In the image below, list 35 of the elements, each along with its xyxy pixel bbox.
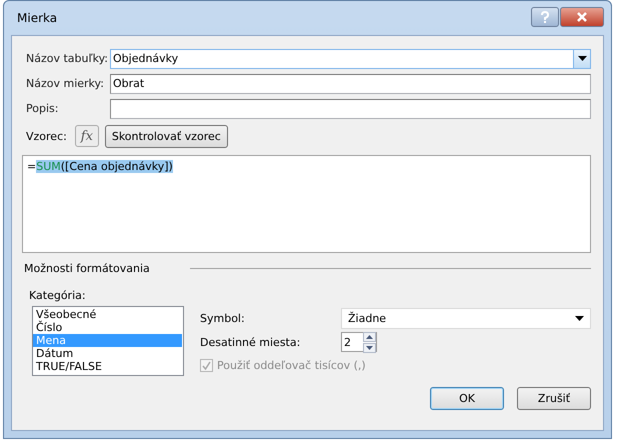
help-icon bbox=[540, 11, 550, 23]
dropdown-button[interactable] bbox=[573, 50, 590, 68]
list-item[interactable]: TRUE/FALSE bbox=[33, 360, 182, 373]
help-button[interactable] bbox=[531, 7, 559, 27]
list-item[interactable]: Číslo bbox=[33, 321, 182, 334]
field-label: Popis: bbox=[26, 102, 60, 115]
field-label: Názov mierky: bbox=[26, 77, 105, 90]
ok-button[interactable]: OK bbox=[430, 387, 504, 410]
formula-text: =SUM([Cena objednávky]) bbox=[27, 160, 173, 173]
category-list[interactable]: Všeobecné Číslo Mena Dátum TRUE/FALSE bbox=[32, 306, 184, 376]
decimals-label: Desatinné miesta: bbox=[200, 336, 302, 348]
formula-label: Vzorec: bbox=[26, 130, 67, 142]
window-title: Mierka bbox=[16, 11, 58, 25]
formula-editor[interactable]: =SUM([Cena objednávky]) bbox=[22, 155, 591, 253]
checkbox-label: Použiť oddeľovač tisícov (,) bbox=[217, 358, 366, 372]
input-field[interactable] bbox=[110, 98, 591, 118]
field-label: Názov tabuľky: bbox=[26, 52, 110, 65]
category-label: Kategória: bbox=[29, 289, 87, 302]
check-formula-button[interactable]: Skontrolovať vzorec bbox=[104, 124, 228, 148]
symbol-dropdown[interactable]: Žiadne bbox=[341, 308, 591, 328]
symbol-label: Symbol: bbox=[200, 312, 246, 324]
close-button[interactable] bbox=[560, 7, 604, 27]
input-field[interactable]: Obrat bbox=[110, 74, 591, 94]
function-button[interactable]: fx bbox=[74, 125, 99, 147]
spin-up-icon[interactable] bbox=[363, 332, 376, 342]
list-item[interactable]: Dátum bbox=[33, 347, 182, 360]
table-dropdown[interactable]: Objednávky bbox=[110, 48, 591, 68]
caret-icon bbox=[575, 316, 584, 320]
decimals-spinner[interactable]: 2 bbox=[341, 332, 377, 352]
caret-icon bbox=[578, 56, 586, 61]
close-icon bbox=[576, 12, 588, 22]
spin-down-icon[interactable] bbox=[363, 342, 376, 352]
list-item[interactable]: Všeobecné bbox=[33, 308, 182, 321]
section-heading: Možnosti formátovania bbox=[24, 262, 150, 274]
cancel-button[interactable]: Zrušiť bbox=[517, 387, 591, 410]
